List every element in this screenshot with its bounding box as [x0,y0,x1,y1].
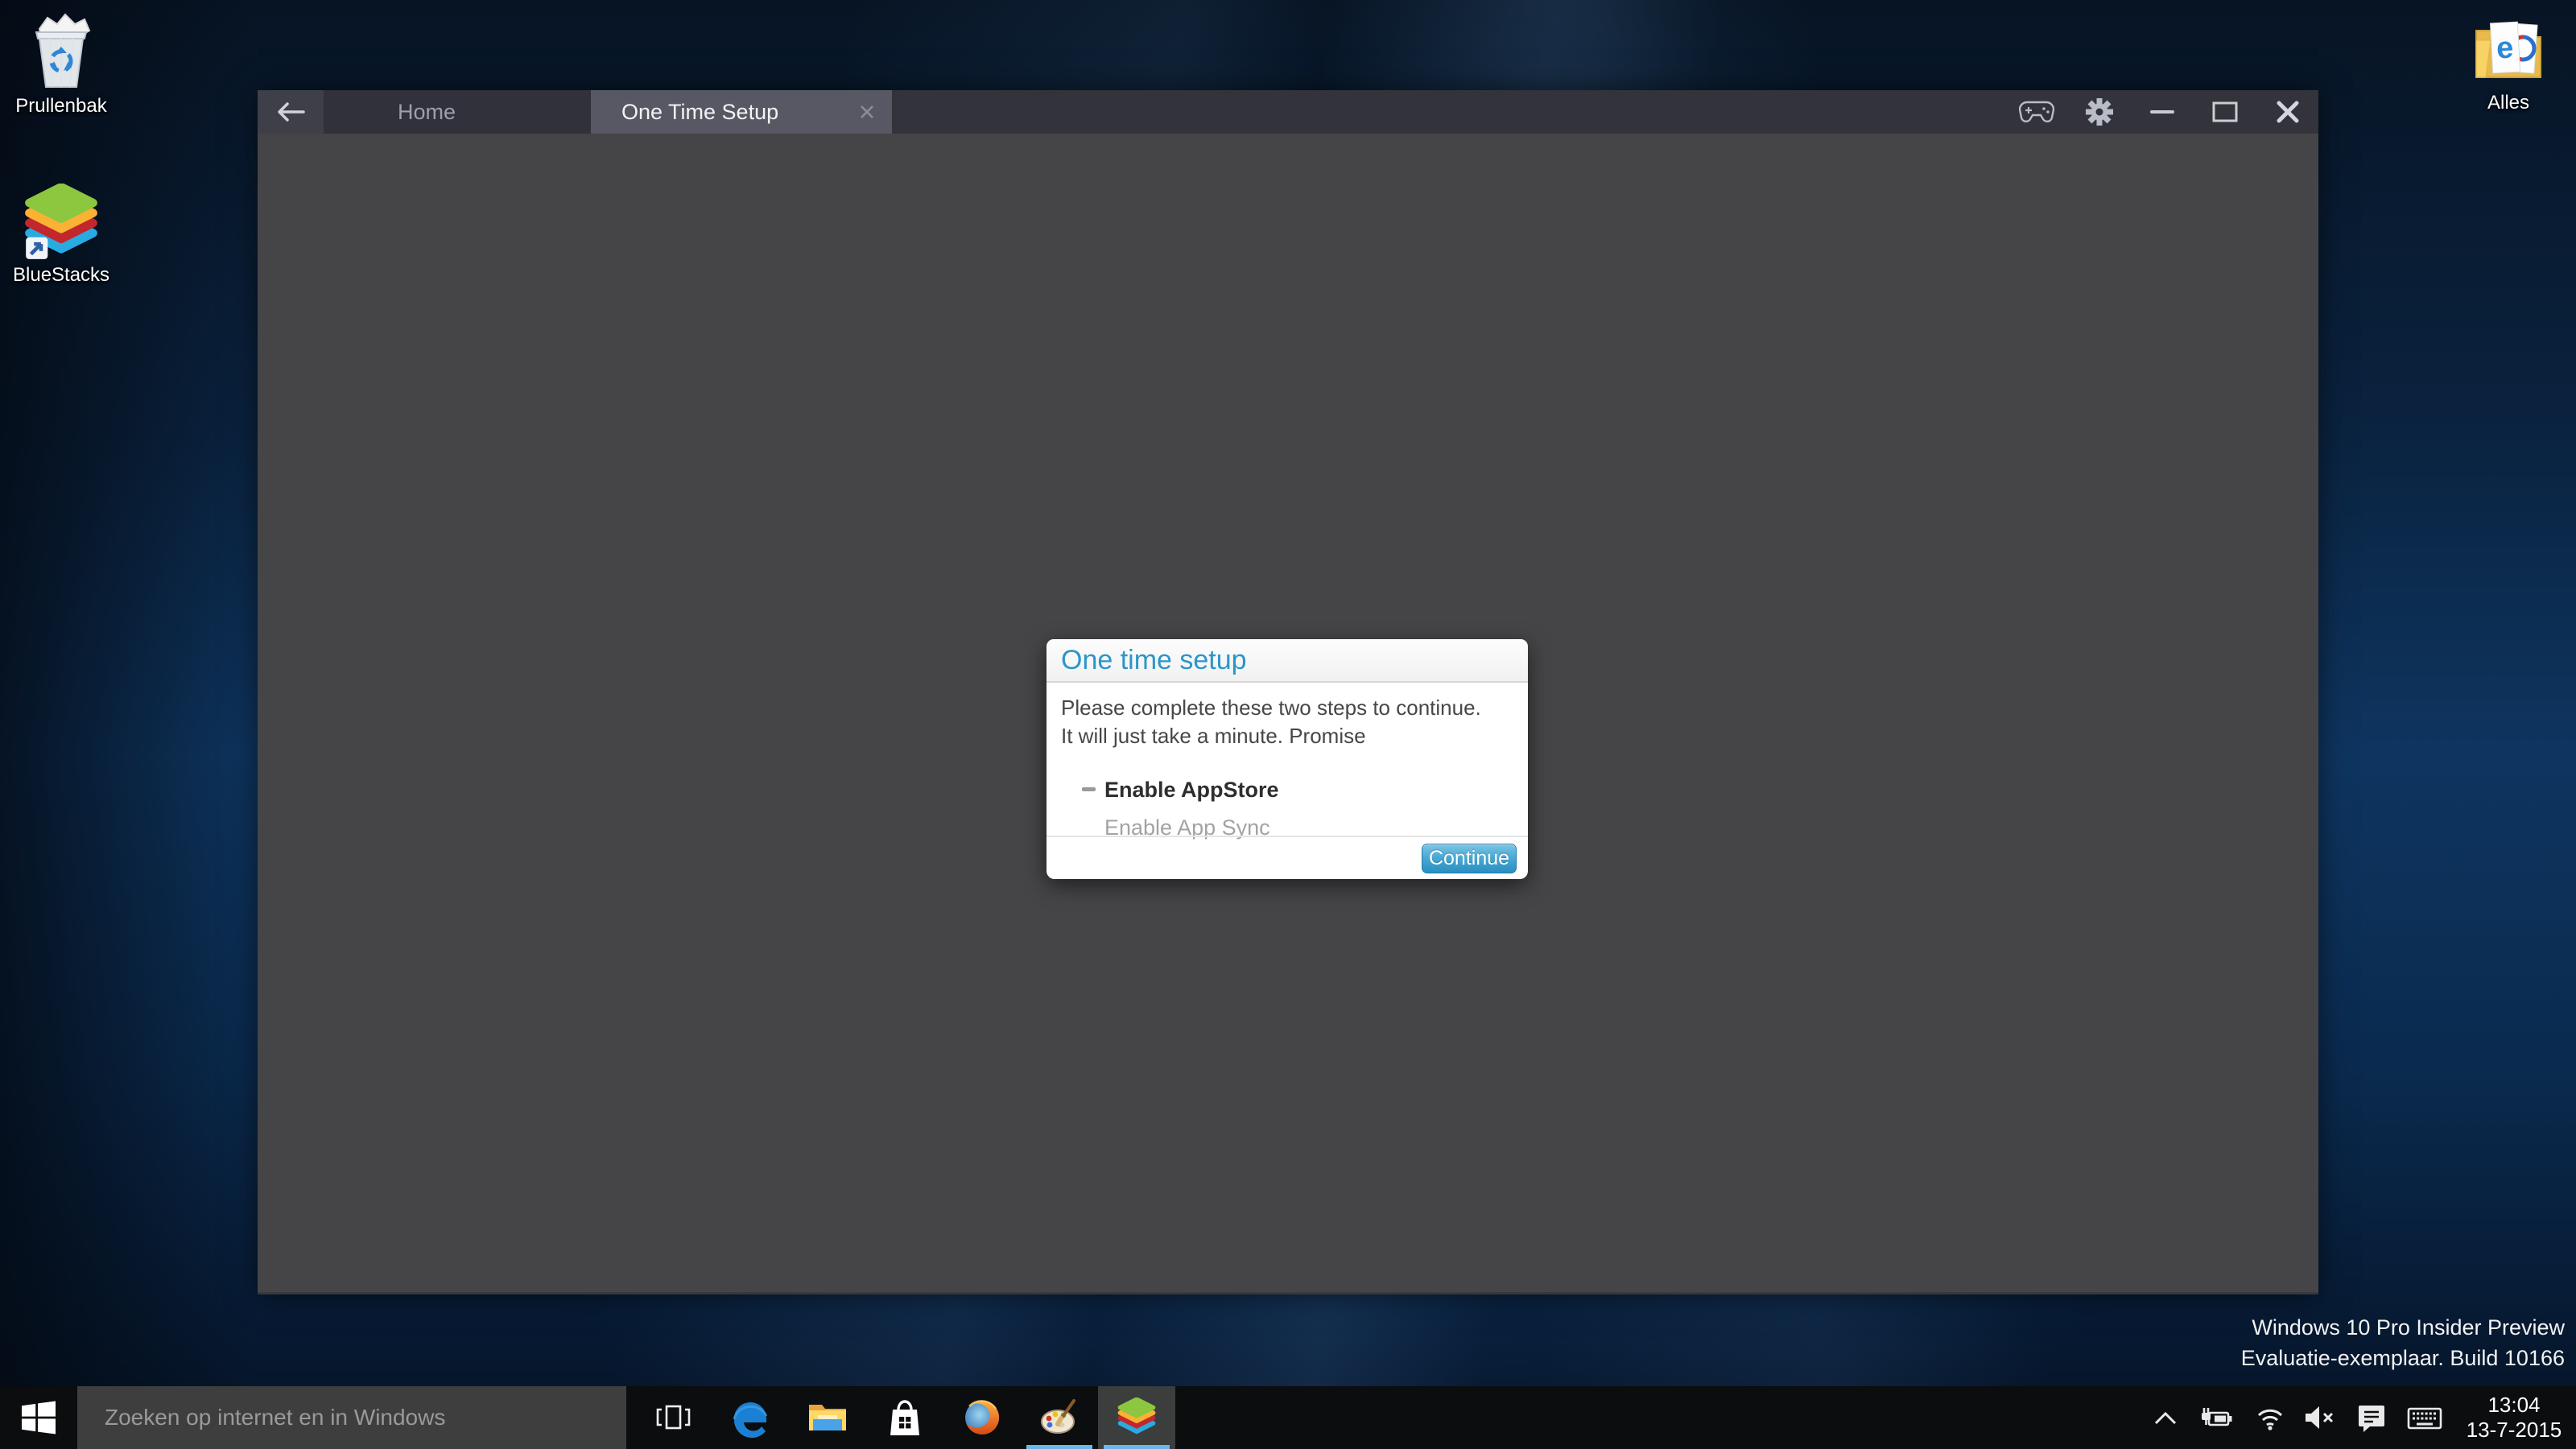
clock-date: 13-7-2015 [2467,1418,2562,1443]
step-dash-icon [1082,787,1096,791]
volume-muted-icon [2301,1403,2339,1432]
close-window-button[interactable] [2265,90,2310,134]
minimize-button[interactable] [2140,90,2185,134]
watermark-line: Evaluatie-exemplaar. Build 10166 [2241,1343,2565,1373]
close-icon [2277,101,2299,123]
taskbar: 13:04 13-7-2015 [0,1386,2576,1449]
store-icon [886,1397,924,1439]
gear-icon [2085,97,2114,126]
tab-close-icon [858,103,876,121]
search-input[interactable] [77,1386,626,1449]
watermark-line: Windows 10 Pro Insider Preview [2241,1312,2565,1343]
dialog-title: One time setup [1061,645,1247,676]
shortcut-arrow-icon [26,237,47,259]
taskbar-task-view-button[interactable] [634,1386,712,1449]
window-titlebar: Home One Time Setup [258,90,2318,134]
taskbar-edge-button[interactable] [712,1386,789,1449]
taskbar-bluestacks-button[interactable] [1098,1386,1175,1449]
dialog-body: Please complete these two steps to conti… [1046,683,1528,847]
edge-icon [729,1397,771,1439]
windows-watermark: Windows 10 Pro Insider Preview Evaluatie… [2241,1312,2565,1373]
tab-one-time-setup[interactable]: One Time Setup [591,90,892,134]
back-arrow-icon [276,101,305,123]
taskbar-store-button[interactable] [866,1386,943,1449]
dialog-intro-line: It will just take a minute. Promise [1061,722,1513,750]
dialog-intro-line: Please complete these two steps to conti… [1061,694,1513,722]
keyboard-icon [2405,1404,2444,1431]
windows-logo-icon [22,1401,56,1435]
bluestacks-window: Home One Time Setup [258,90,2318,1294]
running-app-underline [1104,1445,1170,1449]
clock-time: 13:04 [2487,1393,2540,1418]
folder-icon: e [2470,11,2547,89]
step-label: Enable AppStore [1104,776,1279,804]
action-center-icon [2354,1402,2389,1434]
maximize-button[interactable] [2202,90,2248,134]
one-time-setup-dialog: One time setup Please complete these two… [1046,639,1528,879]
wifi-icon [2252,1403,2288,1432]
taskbar-file-explorer-button[interactable] [789,1386,866,1449]
back-button[interactable] [258,90,324,134]
firefox-icon [961,1397,1003,1439]
window-content: One time setup Please complete these two… [258,134,2318,1294]
dialog-footer: Continue [1046,836,1528,879]
minimize-icon [2149,109,2176,115]
tab-close-button[interactable] [855,100,879,124]
tray-action-center-button[interactable] [2351,1386,2392,1449]
gamepad-icon [2019,100,2054,124]
taskbar-clock[interactable]: 13:04 13-7-2015 [2454,1386,2574,1449]
taskbar-firefox-button[interactable] [943,1386,1021,1449]
recycle-bin-icon [24,11,98,92]
desktop-icon-label: Prullenbak [13,95,109,118]
gamepad-button[interactable] [2014,90,2059,134]
continue-button[interactable]: Continue [1422,844,1517,873]
task-view-icon [654,1402,692,1434]
bluestacks-icon [1117,1397,1156,1438]
desktop-icon-alles-folder[interactable]: e Alles [2460,11,2557,114]
battery-icon [2198,1403,2235,1432]
chevron-up-icon [2152,1409,2179,1426]
tray-keyboard-button[interactable] [2404,1386,2446,1449]
settings-button[interactable] [2077,90,2122,134]
maximize-icon [2212,101,2238,122]
desktop-icon-label: BlueStacks [13,264,109,287]
tray-volume-button[interactable] [2299,1386,2341,1449]
dialog-header: One time setup [1046,639,1528,683]
step-enable-appstore: Enable AppStore [1061,771,1513,809]
desktop: Prullenbak BlueStacks [0,0,2576,1449]
tab-label: Home [398,100,456,125]
svg-text:e: e [2496,31,2514,65]
titlebar-controls [2014,90,2310,134]
desktop-icon-recycle-bin[interactable]: Prullenbak [13,11,109,118]
paint-icon [1038,1397,1080,1438]
bluestacks-icon [23,184,100,261]
tab-home[interactable]: Home [324,90,591,134]
tray-battery-button[interactable] [2195,1386,2237,1449]
file-explorer-icon [807,1400,848,1435]
desktop-icon-bluestacks[interactable]: BlueStacks [13,184,109,287]
tray-wifi-button[interactable] [2249,1386,2291,1449]
desktop-icon-label: Alles [2460,92,2557,114]
start-button[interactable] [0,1386,77,1449]
running-app-underline [1026,1445,1092,1449]
tab-label: One Time Setup [621,100,778,125]
taskbar-paint-button[interactable] [1021,1386,1098,1449]
tray-show-hidden-button[interactable] [2145,1386,2186,1449]
